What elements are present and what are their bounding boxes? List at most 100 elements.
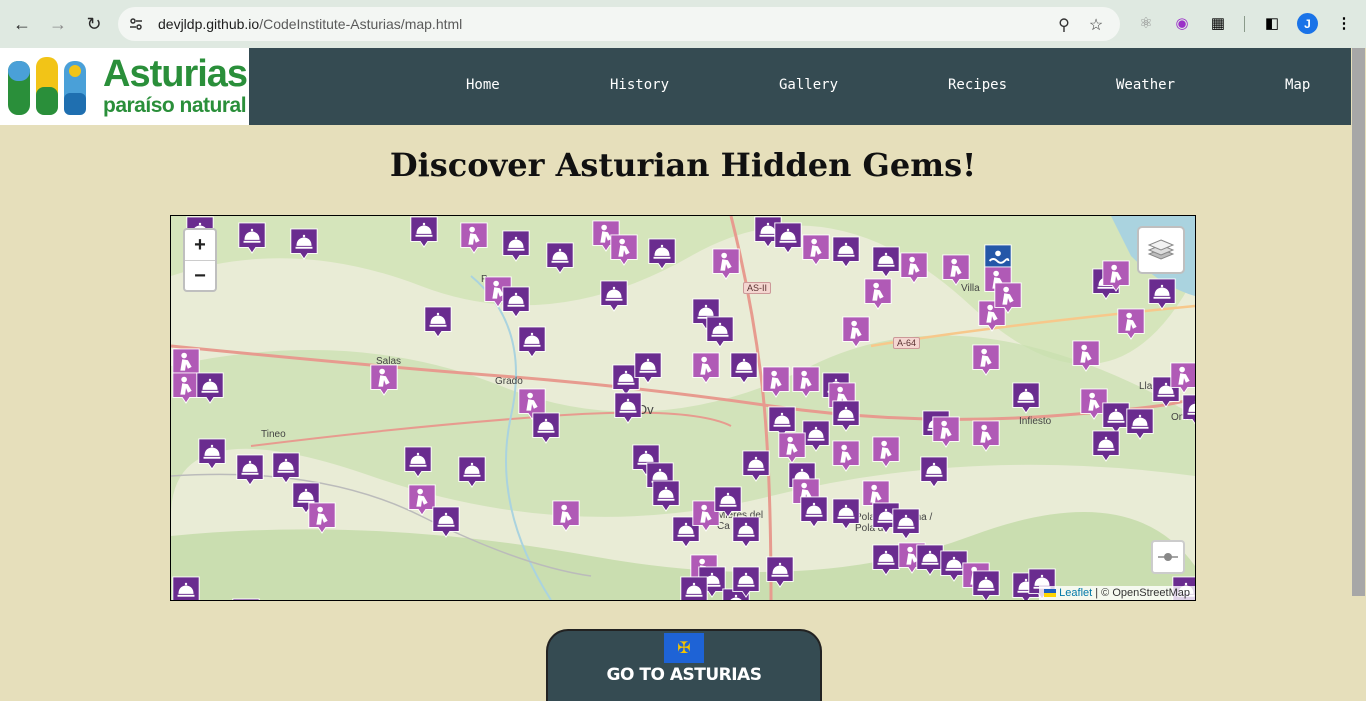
restaurant-marker-icon[interactable] xyxy=(613,392,643,424)
restaurant-marker-icon[interactable] xyxy=(741,450,771,482)
restaurant-marker-icon[interactable] xyxy=(831,400,861,432)
restaurant-marker-icon[interactable] xyxy=(729,352,759,384)
restaurant-marker-icon[interactable] xyxy=(599,280,629,312)
leaflet-map[interactable]: AS-II A-64 Villa Pr Salas Grado Ov Tineo… xyxy=(170,215,1196,601)
zoom-in-button[interactable]: + xyxy=(185,230,215,261)
extensions-puzzle-icon[interactable]: ▦ xyxy=(1207,12,1229,34)
restaurant-marker-icon[interactable] xyxy=(409,216,439,248)
restaurant-marker-icon[interactable] xyxy=(1011,382,1041,414)
restaurant-marker-icon[interactable] xyxy=(831,498,861,530)
restaurant-marker-icon[interactable] xyxy=(235,454,265,486)
sight-marker-icon[interactable] xyxy=(1071,340,1101,372)
restaurant-marker-icon[interactable] xyxy=(289,228,319,260)
nav-recipes[interactable]: Recipes xyxy=(948,77,1007,93)
bookmark-star-icon[interactable]: ☆ xyxy=(1086,15,1106,35)
nav-home[interactable]: Home xyxy=(466,77,500,93)
site-settings-icon[interactable] xyxy=(128,16,144,32)
sight-marker-icon[interactable] xyxy=(841,316,871,348)
restaurant-marker-icon[interactable] xyxy=(197,438,227,470)
restaurant-marker-icon[interactable] xyxy=(647,238,677,270)
sight-marker-icon[interactable] xyxy=(459,222,489,254)
go-to-asturias-button[interactable]: ✠ GO TO ASTURIAS xyxy=(546,629,822,701)
restaurant-marker-icon[interactable] xyxy=(457,456,487,488)
restaurant-marker-icon[interactable] xyxy=(919,456,949,488)
restaurant-marker-icon[interactable] xyxy=(971,570,1001,601)
restaurant-marker-icon[interactable] xyxy=(231,598,261,601)
sight-marker-icon[interactable] xyxy=(1101,260,1131,292)
restaurant-marker-icon[interactable] xyxy=(891,508,921,540)
sight-marker-icon[interactable] xyxy=(831,440,861,472)
restaurant-marker-icon[interactable] xyxy=(773,222,803,254)
location-icon[interactable]: ⚲ xyxy=(1054,15,1074,35)
restaurant-marker-icon[interactable] xyxy=(1125,408,1155,440)
react-extension-icon[interactable]: ⚛ xyxy=(1135,12,1157,34)
browser-menu-icon[interactable]: ⋮ xyxy=(1333,12,1355,34)
nav-weather[interactable]: Weather xyxy=(1116,77,1175,93)
sight-marker-icon[interactable] xyxy=(899,252,929,284)
restaurant-marker-icon[interactable] xyxy=(713,486,743,518)
zoom-out-button[interactable]: − xyxy=(185,261,215,291)
sight-marker-icon[interactable] xyxy=(871,436,901,468)
sight-marker-icon[interactable] xyxy=(609,234,639,266)
layers-control-button[interactable] xyxy=(1137,226,1185,274)
restaurant-marker-icon[interactable] xyxy=(171,576,201,601)
sight-marker-icon[interactable] xyxy=(307,502,337,534)
reload-icon[interactable]: ↻ xyxy=(80,10,108,38)
sight-marker-icon[interactable] xyxy=(941,254,971,286)
restaurant-marker-icon[interactable] xyxy=(1147,278,1177,310)
sight-marker-icon[interactable] xyxy=(993,282,1023,314)
sight-marker-icon[interactable] xyxy=(971,344,1001,376)
site-header: Asturias paraíso natural Home History Ga… xyxy=(0,48,1351,125)
place-label: Tineo xyxy=(261,429,286,440)
restaurant-marker-icon[interactable] xyxy=(651,480,681,512)
back-icon[interactable]: ← xyxy=(8,10,36,38)
restaurant-marker-icon[interactable] xyxy=(731,516,761,548)
extension-purple-icon[interactable]: ◉ xyxy=(1171,12,1193,34)
sight-marker-icon[interactable] xyxy=(691,352,721,384)
restaurant-marker-icon[interactable] xyxy=(545,242,575,274)
restaurant-marker-icon[interactable] xyxy=(271,452,301,484)
nav-history[interactable]: History xyxy=(610,77,669,93)
restaurant-marker-icon[interactable] xyxy=(195,372,225,404)
side-panel-icon[interactable]: ◧ xyxy=(1261,12,1283,34)
restaurant-marker-icon[interactable] xyxy=(431,506,461,538)
restaurant-marker-icon[interactable] xyxy=(501,286,531,318)
restaurant-marker-icon[interactable] xyxy=(705,316,735,348)
sight-marker-icon[interactable] xyxy=(863,278,893,310)
nav-gallery[interactable]: Gallery xyxy=(779,77,838,93)
restaurant-marker-icon[interactable] xyxy=(731,566,761,598)
sight-marker-icon[interactable] xyxy=(551,500,581,532)
restaurant-marker-icon[interactable] xyxy=(679,576,709,601)
restaurant-marker-icon[interactable] xyxy=(237,222,267,254)
restaurant-marker-icon[interactable] xyxy=(871,246,901,278)
restaurant-marker-icon[interactable] xyxy=(531,412,561,444)
sight-marker-icon[interactable] xyxy=(777,432,807,464)
sight-marker-icon[interactable] xyxy=(1169,362,1196,394)
sight-marker-icon[interactable] xyxy=(1116,308,1146,340)
restaurant-marker-icon[interactable] xyxy=(799,496,829,528)
restaurant-marker-icon[interactable] xyxy=(517,326,547,358)
restaurant-marker-icon[interactable] xyxy=(1181,394,1196,426)
page-scrollbar-thumb[interactable] xyxy=(1352,48,1365,596)
profile-avatar[interactable]: J xyxy=(1297,13,1318,34)
sight-marker-icon[interactable] xyxy=(369,364,399,396)
restaurant-marker-icon[interactable] xyxy=(1091,430,1121,462)
sight-marker-icon[interactable] xyxy=(801,234,831,266)
restaurant-marker-icon[interactable] xyxy=(633,352,663,384)
restaurant-marker-icon[interactable] xyxy=(423,306,453,338)
sight-marker-icon[interactable] xyxy=(971,420,1001,452)
sight-marker-icon[interactable] xyxy=(931,416,961,448)
restaurant-marker-icon[interactable] xyxy=(403,446,433,478)
locate-me-button[interactable] xyxy=(1151,540,1185,574)
nav-map[interactable]: Map xyxy=(1285,77,1310,93)
sight-marker-icon[interactable] xyxy=(711,248,741,280)
site-logo[interactable]: Asturias paraíso natural xyxy=(0,48,249,125)
forward-icon[interactable]: → xyxy=(44,10,72,38)
restaurant-marker-icon[interactable] xyxy=(501,230,531,262)
sight-marker-icon[interactable] xyxy=(791,366,821,398)
restaurant-marker-icon[interactable] xyxy=(831,236,861,268)
sight-marker-icon[interactable] xyxy=(761,366,791,398)
address-bar[interactable]: devjldp.github.io/CodeInstitute-Asturias… xyxy=(118,7,1120,41)
leaflet-link[interactable]: Leaflet xyxy=(1059,587,1092,599)
restaurant-marker-icon[interactable] xyxy=(765,556,795,588)
